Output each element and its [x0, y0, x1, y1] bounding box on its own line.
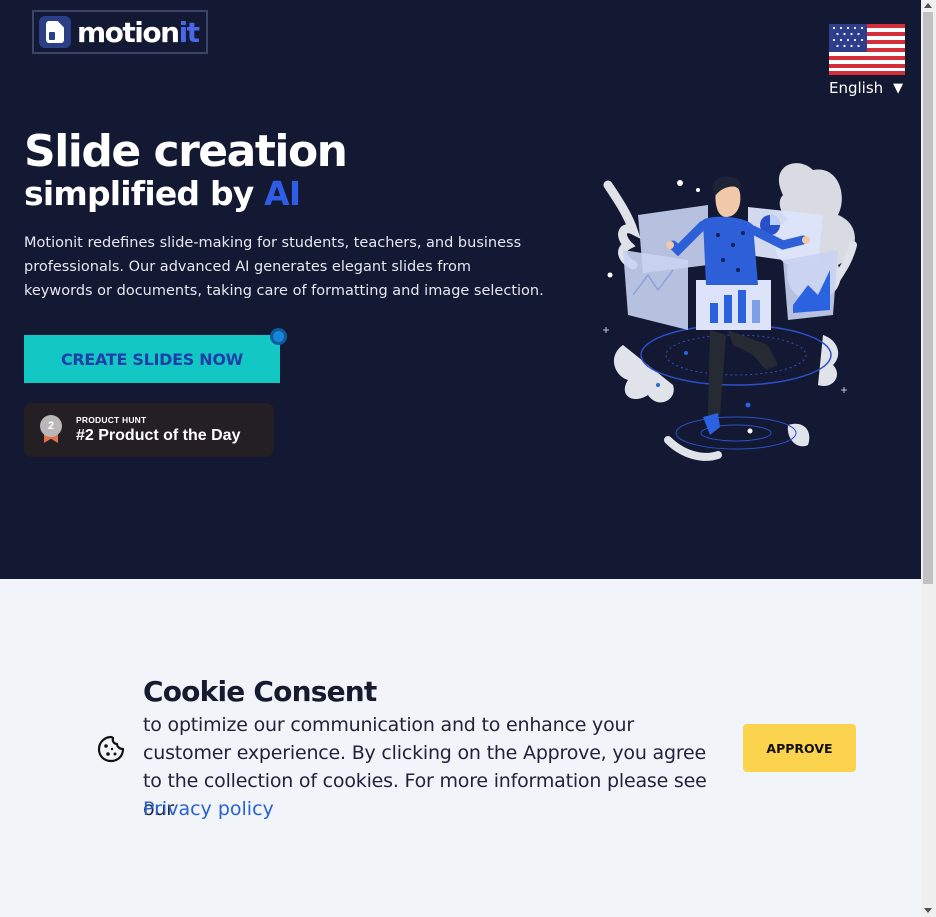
- hero-subtitle: simplified by AI: [24, 174, 301, 213]
- motionit-logo-icon: [39, 16, 71, 48]
- product-hunt-badge[interactable]: 2 PRODUCT HUNT #2 Product of the Day: [24, 403, 274, 457]
- hero-section: motionit English ▼ Slide creation simpli: [0, 0, 921, 579]
- medal-number: 2: [40, 415, 62, 437]
- hero-subtitle-highlight: AI: [264, 174, 301, 213]
- us-flag-icon: [829, 24, 905, 75]
- product-hunt-label: PRODUCT HUNT: [76, 415, 147, 425]
- scroll-up-arrow-icon[interactable]: [924, 3, 932, 8]
- logo-text-accent: it: [178, 15, 200, 49]
- logo-text-main: motion: [77, 15, 180, 49]
- create-slides-button[interactable]: CREATE SLIDES NOW: [24, 335, 280, 383]
- language-selector[interactable]: English ▼: [829, 24, 909, 97]
- language-label: English: [829, 79, 884, 97]
- scroll-down-arrow-icon[interactable]: [924, 908, 932, 913]
- privacy-policy-link[interactable]: Privacy policy: [143, 795, 274, 823]
- hero-title: Slide creation: [24, 126, 348, 177]
- medal-icon: 2: [38, 415, 64, 445]
- logo-text: motionit: [77, 15, 200, 49]
- cookie-icon: [97, 735, 125, 763]
- chevron-down-icon: ▼: [893, 80, 904, 96]
- hero-description: Motionit redefines slide-making for stud…: [24, 235, 544, 299]
- notification-dot: [270, 328, 287, 345]
- cookie-title: Cookie Consent: [143, 675, 377, 708]
- person-with-slides-illustration: [603, 163, 857, 461]
- motionit-logo[interactable]: motionit: [32, 10, 208, 54]
- approve-button[interactable]: APPROVE: [743, 724, 856, 772]
- scrollbar-thumb[interactable]: [923, 12, 933, 584]
- hero-subtitle-prefix: simplified by: [24, 174, 265, 213]
- product-hunt-rank: #2 Product of the Day: [76, 427, 241, 444]
- cookie-consent-banner: Cookie Consent to optimize our communica…: [0, 579, 921, 917]
